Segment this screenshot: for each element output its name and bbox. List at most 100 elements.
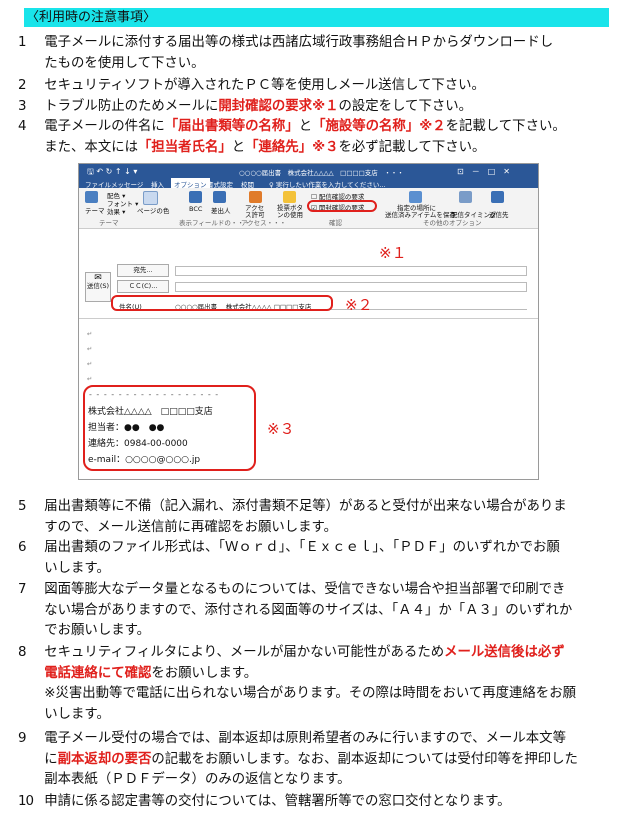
note-line: 2 セキュリティソフトが導入されたＰＣ等を使用しメール送信して下さい。: [18, 76, 598, 97]
signature-company: 株式会社△△△△ □□□□支店: [88, 407, 213, 417]
emphasis-text: 開封確認の要求※１: [218, 99, 339, 114]
cc-field[interactable]: [175, 282, 527, 292]
note-number: 7: [18, 582, 27, 597]
note-line: たものを使用して下さい。: [18, 54, 598, 75]
theme-icon[interactable]: [85, 191, 98, 203]
note-text: ※災害出動等で電話に出られない場合があります。その際は時間をおいて再度連絡をお願: [44, 686, 576, 702]
emphasis-text: メール送信後は必ず: [444, 645, 565, 660]
emphasis-text: 電話連絡にて確認: [44, 665, 152, 681]
direct-replies-icon[interactable]: [491, 191, 504, 203]
note-line: 4 電子メールの件名に「届出書類等の名称」と「施設等の名称」※２を記載して下さい…: [18, 117, 598, 138]
note-text: の記載をお願いします。なお、副本返却については受付印等を押印した: [151, 751, 578, 767]
note-number: 4: [18, 119, 27, 134]
direct-replies-button[interactable]: 返信先: [489, 209, 509, 219]
note-text: 申請に係る認定書等の交付については、管轄署所等での窓口交付となります。: [44, 794, 511, 809]
note-text: と: [298, 119, 313, 134]
bcc-button[interactable]: BCC: [189, 205, 202, 213]
note-text: 電子メール受付の場合では、副本返却は原則希望者のみに行いますので、メール本文等: [44, 731, 566, 746]
note-line: 副本表紙（ＰＤＦデータ）のみの返信となります。: [18, 770, 598, 791]
signature-phone: 連絡先：0984-00-0000: [88, 439, 188, 449]
group-label-theme: テーマ: [99, 219, 119, 227]
note-number: 3: [18, 99, 27, 114]
note-line: 7 図面等膨大なデータ量となるものについては、受信できない場合や担当部署で印刷で…: [18, 580, 598, 601]
paragraph-mark: ↵: [87, 360, 93, 368]
note-number: 9: [18, 731, 27, 746]
effects-button[interactable]: 効果 ▾: [107, 206, 125, 216]
window-titlebar: 🖫 ↶ ↻ ↑ ↓ ▾ ○○○○届出書 株式会社△△△△ □□□□支店 ・・・ …: [79, 164, 538, 177]
emphasis-text: 「施設等の名称」※２: [312, 119, 446, 134]
note-text: を必ず記載して下さい。: [338, 139, 486, 155]
group-label-confirm: 確認: [329, 219, 342, 227]
page-color-icon[interactable]: [143, 191, 158, 205]
mark-3: ※３: [267, 420, 295, 438]
subject-highlight: [111, 295, 333, 311]
note-line: でお願いします。: [18, 621, 598, 642]
note-number: 10: [18, 794, 34, 809]
note-text: トラブル防止のためメールに: [44, 99, 219, 114]
note-text: に: [44, 751, 58, 767]
note-line: 9 電子メール受付の場合では、副本返却は原則希望者のみに行いますので、メール本文…: [18, 729, 598, 750]
group-label-other: その他のオプション: [423, 219, 482, 227]
permission-icon[interactable]: [249, 191, 262, 203]
note-number: 8: [18, 645, 27, 660]
note-line: いします。: [18, 705, 598, 726]
to-button[interactable]: 宛先...: [117, 264, 169, 277]
from-icon[interactable]: [213, 191, 226, 203]
note-text: いします。: [44, 560, 110, 576]
note-text: と: [231, 139, 246, 155]
note-line: 10 申請に係る認定書等の交付については、管轄署所等での窓口交付となります。: [18, 792, 598, 813]
note-text: をお願いします。: [151, 665, 258, 681]
section-header: 〈利用時の注意事項〉: [24, 8, 609, 27]
to-field[interactable]: [175, 266, 527, 276]
note-text: たものを使用して下さい。: [44, 55, 205, 71]
signature-email: e-mail：○○○○@○○○.jp: [88, 455, 201, 465]
from-button[interactable]: 差出人: [211, 205, 231, 215]
note-number: 5: [18, 499, 27, 514]
bcc-icon[interactable]: [189, 191, 202, 203]
note-text: すので、メール送信前に再確認をお願いします。: [44, 519, 337, 535]
note-number: 1: [18, 35, 27, 50]
note-text: 図面等膨大なデータ量となるものについては、受信できない場合や担当部署で印刷でき: [44, 582, 566, 597]
cc-button[interactable]: ＣＣ(C)...: [117, 280, 169, 293]
mark-1: ※１: [379, 244, 407, 262]
note-line: 3 トラブル防止のためメールに開封確認の要求※１の設定をして下さい。: [18, 97, 598, 118]
voting-icon[interactable]: [283, 191, 296, 203]
note-line: 8 セキュリティフィルタにより、メールが届かない可能性があるためメール送信後は必…: [18, 643, 598, 664]
note-text: 電子メールに添付する届出等の様式は西諸広域行政事務組合ＨＰからダウンロードし: [44, 35, 554, 50]
window-title: ○○○○届出書 株式会社△△△△ □□□□支店 ・・・: [239, 169, 404, 177]
note-text: を記載して下さい。: [445, 119, 566, 134]
emphasis-text: 「連絡先」※３: [245, 139, 339, 155]
outlook-compose-screenshot: 🖫 ↶ ↻ ↑ ↓ ▾ ○○○○届出書 株式会社△△△△ □□□□支店 ・・・ …: [78, 163, 539, 480]
note-text: でお願いします。: [44, 623, 151, 639]
paragraph-mark: ↵: [87, 375, 93, 383]
send-button[interactable]: ✉ 送信(S): [85, 272, 111, 302]
note-line: また、本文には「担当者氏名」と「連絡先」※３を必ず記載して下さい。: [18, 138, 598, 159]
signature-divider: - - - - - - - - - - - - - - - - - -: [89, 390, 220, 399]
page-color-button[interactable]: ページの色: [137, 205, 169, 215]
read-receipt-highlight: [307, 200, 377, 212]
note-line: 5 届出書類等に不備（記入漏れ、添付書類不足等）があると受付が出来ない場合があり…: [18, 497, 598, 518]
note-line: ない場合がありますので、添付される図面等のサイズは、「Ａ４」か「Ａ３」のいずれか: [18, 601, 598, 622]
note-text: 副本表紙（ＰＤＦデータ）のみの返信となります。: [44, 772, 351, 788]
note-number: 6: [18, 540, 27, 555]
note-text: セキュリティフィルタにより、メールが届かない可能性があるため: [44, 645, 445, 660]
mark-2: ※２: [345, 296, 373, 314]
voting-button[interactable]: 投票ボタンの使用: [277, 205, 305, 219]
theme-button-label[interactable]: テーマ: [85, 205, 105, 215]
note-line: いします。: [18, 559, 598, 580]
emphasis-text: 「担当者氏名」: [138, 139, 232, 155]
note-line: 1 電子メールに添付する届出等の様式は西諸広域行政事務組合ＨＰからダウンロードし: [18, 33, 598, 54]
note-text: また、本文には: [44, 139, 138, 155]
window-controls-icon[interactable]: ⊡ － □ ✕: [457, 166, 510, 177]
note-text: の設定をして下さい。: [338, 99, 473, 114]
note-text: いします。: [44, 707, 110, 723]
emphasis-text: 「届出書類等の名称」: [164, 119, 299, 134]
delay-icon[interactable]: [459, 191, 472, 203]
note-line: 6 届出書類のファイル形式は、「Ｗｏｒｄ」、「Ｅｘｃｅｌ」、「ＰＤＦ」のいずれか…: [18, 538, 598, 559]
note-number: 2: [18, 78, 27, 93]
group-label-show: 表示フィールドの・・・: [179, 219, 251, 227]
signature-person: 担当者：●● ●●: [88, 423, 165, 433]
note-text: ない場合がありますので、添付される図面等のサイズは、「Ａ４」か「Ａ３」のいずれか: [44, 602, 573, 618]
note-text: 届出書類のファイル形式は、「Ｗｏｒｄ」、「Ｅｘｃｅｌ」、「ＰＤＦ」のいずれかでお…: [44, 540, 560, 555]
note-line: 電話連絡にて確認をお願いします。: [18, 664, 598, 685]
